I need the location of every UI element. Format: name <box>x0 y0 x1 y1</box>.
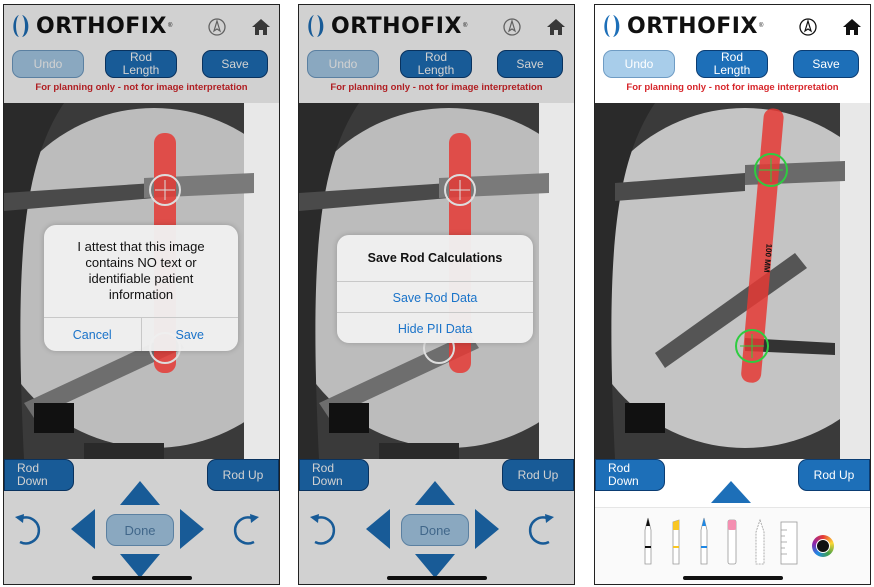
control-panel: Rod Down Rod Up <box>595 459 870 584</box>
rod-length-button[interactable]: Rod Length <box>105 50 177 78</box>
action-bar: Undo Rod Length Save For planning only -… <box>4 47 279 103</box>
save-button[interactable]: Save <box>793 50 859 78</box>
orthofix-logo: ORTHOFIX ® <box>305 11 467 41</box>
screen-markup: ORTHOFIX ® Undo Rod Length Save For plan… <box>594 4 871 585</box>
move-up-arrow-icon[interactable] <box>711 481 751 503</box>
screen-save-dialog: ORTHOFIX ® Undo Rod Length Save For plan… <box>298 4 575 585</box>
move-left-arrow-icon[interactable] <box>71 509 95 549</box>
ruler-tool-icon[interactable] <box>779 516 799 566</box>
eraser-tool-icon[interactable] <box>725 516 739 566</box>
undo-button[interactable]: Undo <box>12 50 84 78</box>
rod-down-button[interactable]: Rod Down <box>595 459 665 491</box>
save-button[interactable]: Save <box>497 50 563 78</box>
rod-down-button[interactable]: Rod Down <box>299 459 369 491</box>
marker-tool-icon[interactable] <box>669 516 683 566</box>
home-icon[interactable] <box>251 17 271 37</box>
rod-up-button[interactable]: Rod Up <box>798 459 870 491</box>
rod-down-label-line2: Down <box>312 474 343 488</box>
attest-dialog: I attest that this image contains NO tex… <box>44 225 238 351</box>
save-dialog-row-1: Save Rod Data <box>337 281 533 313</box>
save-button[interactable]: Save <box>202 50 268 78</box>
brand-name: ORTHOFIX <box>36 13 167 39</box>
compass-icon[interactable] <box>207 17 227 37</box>
logo-mark-icon <box>13 15 29 37</box>
move-left-arrow-icon[interactable] <box>366 509 390 549</box>
app-header: ORTHOFIX ® <box>4 5 279 47</box>
rod-length-label-line2: Length <box>713 63 751 77</box>
rod-length-label-line2: Length <box>417 63 455 77</box>
cancel-button[interactable]: Cancel <box>44 318 141 351</box>
move-right-arrow-icon[interactable] <box>180 509 204 549</box>
rod-length-button[interactable]: Rod Length <box>400 50 472 78</box>
rod-up-button[interactable]: Rod Up <box>207 459 279 491</box>
lasso-tool-icon[interactable] <box>753 516 767 566</box>
pen-tool-icon[interactable] <box>641 516 655 566</box>
rotate-right-icon[interactable] <box>523 512 557 548</box>
rod-up-button[interactable]: Rod Up <box>502 459 574 491</box>
rod-length-label-line2: Length <box>122 63 160 77</box>
screen-attest-dialog: ORTHOFIX ® Undo Rod Length Save For plan… <box>3 4 280 585</box>
app-header: ORTHOFIX ® <box>595 5 870 47</box>
rotate-left-icon[interactable] <box>307 512 341 548</box>
home-icon[interactable] <box>842 17 862 37</box>
rod-down-button[interactable]: Rod Down <box>4 459 74 491</box>
home-indicator[interactable] <box>92 576 192 580</box>
planning-warning: For planning only - not for image interp… <box>330 82 543 93</box>
xray-image: 100 MM <box>595 103 870 459</box>
hide-pii-data-button[interactable]: Hide PII Data <box>337 313 533 343</box>
undo-button[interactable]: Undo <box>307 50 379 78</box>
orthofix-logo: ORTHOFIX ® <box>10 11 172 41</box>
control-panel: Rod Down Rod Up Done <box>4 459 279 584</box>
rod-down-label-line2: Down <box>17 474 48 488</box>
xray-view[interactable]: 100 MM <box>595 103 870 459</box>
planning-warning: For planning only - not for image interp… <box>626 82 839 93</box>
move-down-arrow-icon[interactable] <box>415 554 455 578</box>
rotate-right-icon[interactable] <box>228 512 262 548</box>
logo-mark-icon <box>604 15 620 37</box>
save-rod-dialog: Save Rod Calculations Save Rod Data Hide… <box>337 235 533 343</box>
save-rod-data-button[interactable]: Save Rod Data <box>337 282 533 313</box>
action-bar: Undo Rod Length Save For planning only -… <box>595 47 870 103</box>
orthofix-logo: ORTHOFIX ® <box>601 11 763 41</box>
brand-trademark: ® <box>758 23 764 29</box>
rod-length-button[interactable]: Rod Length <box>696 50 768 78</box>
attest-dialog-actions: Cancel Save <box>44 317 238 351</box>
planning-warning: For planning only - not for image interp… <box>35 82 248 93</box>
move-down-arrow-icon[interactable] <box>120 554 160 578</box>
brand-name: ORTHOFIX <box>331 13 462 39</box>
pencil-tool-icon[interactable] <box>697 516 711 566</box>
move-right-arrow-icon[interactable] <box>475 509 499 549</box>
brand-trademark: ® <box>167 23 173 29</box>
move-up-arrow-icon[interactable] <box>415 481 455 505</box>
brand-trademark: ® <box>462 23 468 29</box>
color-picker-icon[interactable] <box>812 535 834 557</box>
control-panel: Rod Down Rod Up Done <box>299 459 574 584</box>
move-up-arrow-icon[interactable] <box>120 481 160 505</box>
home-indicator[interactable] <box>683 576 783 580</box>
brand-name: ORTHOFIX <box>627 13 758 39</box>
rotate-left-icon[interactable] <box>12 512 46 548</box>
save-dialog-title: Save Rod Calculations <box>367 251 503 265</box>
logo-mark-icon <box>308 15 324 37</box>
done-button[interactable]: Done <box>106 514 174 546</box>
rod-down-label-line2: Down <box>608 474 639 488</box>
markup-toolbar <box>595 507 870 584</box>
compass-icon[interactable] <box>798 17 818 37</box>
undo-button[interactable]: Undo <box>603 50 675 78</box>
home-icon[interactable] <box>546 17 566 37</box>
save-dialog-row-2: Hide PII Data <box>337 312 533 343</box>
attest-message: I attest that this image contains NO tex… <box>77 239 205 302</box>
done-button[interactable]: Done <box>401 514 469 546</box>
action-bar: Undo Rod Length Save For planning only -… <box>299 47 574 103</box>
app-header: ORTHOFIX ® <box>299 5 574 47</box>
attest-save-button[interactable]: Save <box>140 318 239 351</box>
home-indicator[interactable] <box>387 576 487 580</box>
compass-icon[interactable] <box>502 17 522 37</box>
